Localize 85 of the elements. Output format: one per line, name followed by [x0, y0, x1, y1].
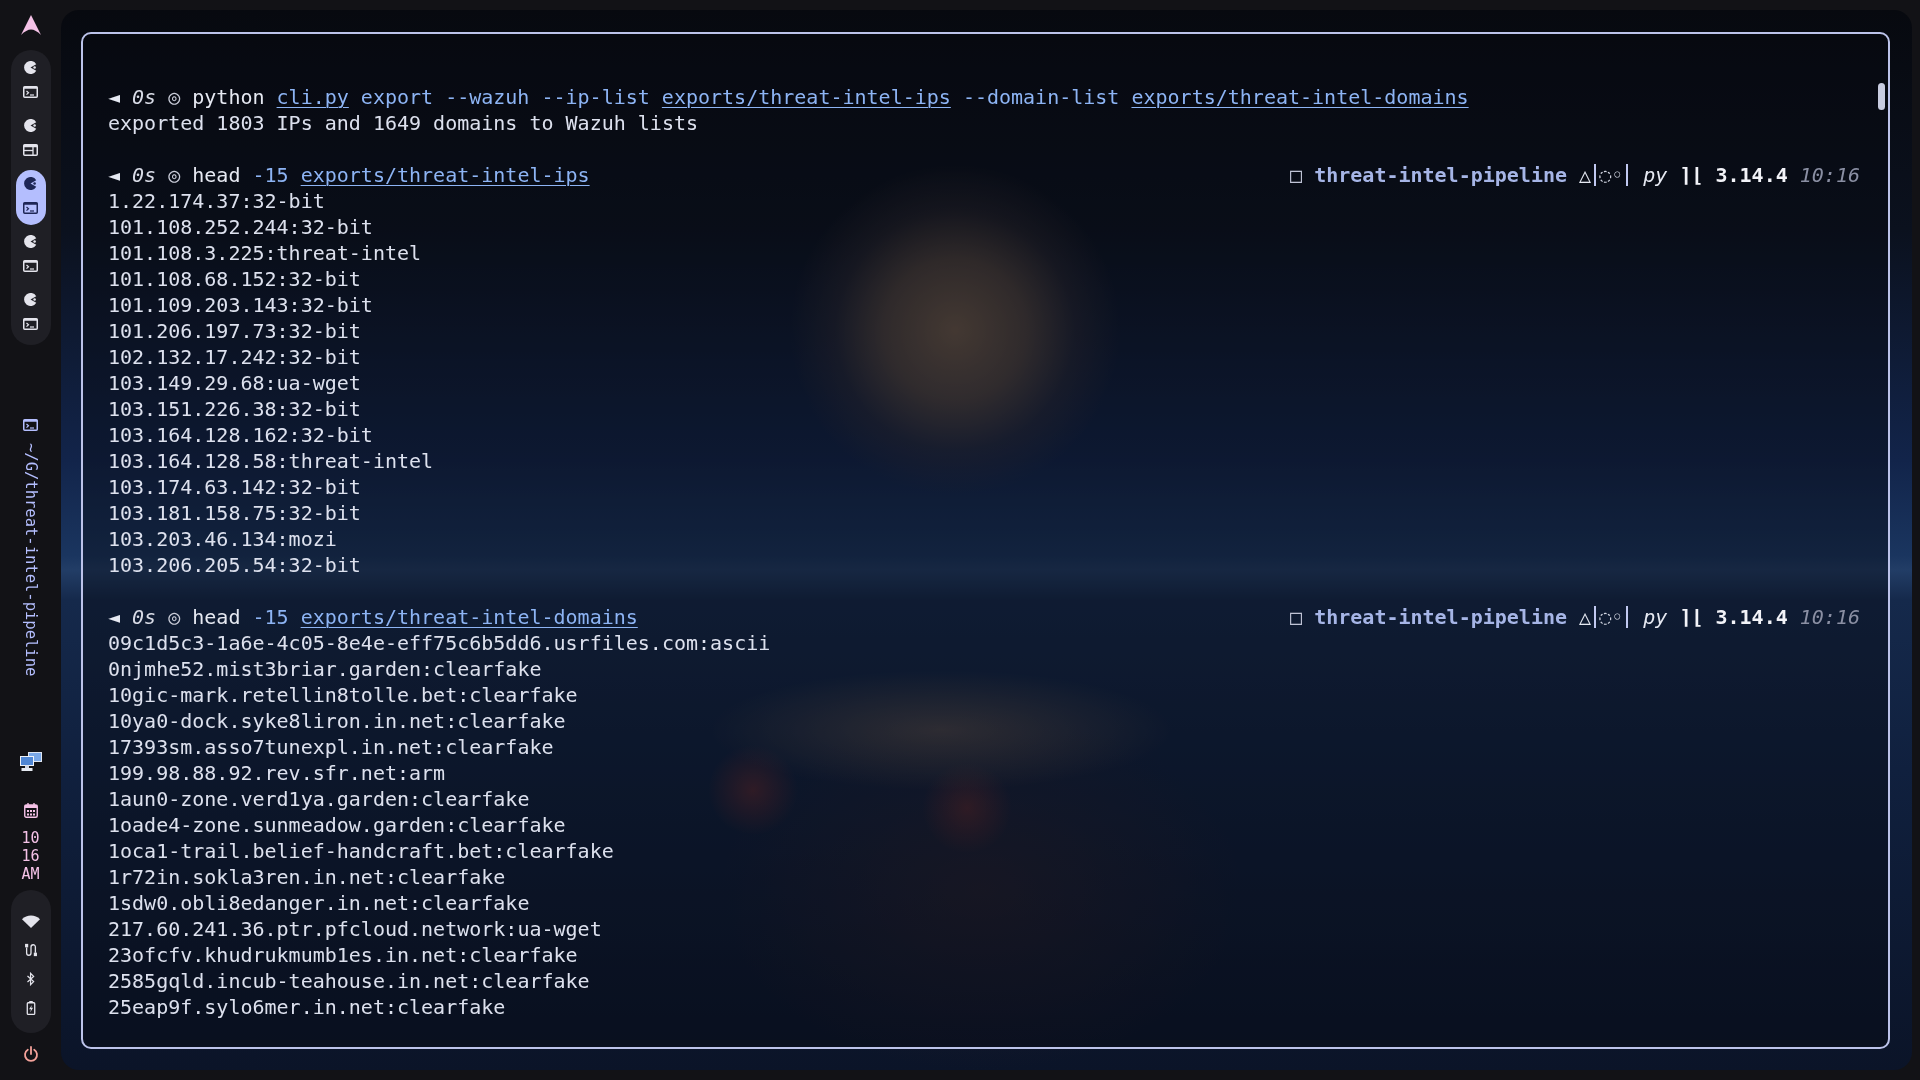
output-line: 101.108.252.244:32-bit [108, 214, 374, 240]
time-text: 10:16 [1799, 162, 1860, 188]
triangle-icon: △ [1579, 604, 1592, 630]
pacman-icon [24, 61, 37, 74]
version-text: 3.14.4 [1715, 162, 1788, 188]
time-text: 10:16 [1799, 604, 1860, 630]
prompt-arrow-icon: ◄ [108, 604, 121, 630]
circles-icon: ◌◦ [1599, 162, 1624, 188]
circles-icon: ◌◦ [1599, 604, 1624, 630]
output-line: 199.98.88.92.rev.sfr.net:arm [108, 760, 447, 786]
version-text: 3.14.4 [1715, 604, 1788, 630]
output-line: 1sdw0.obli8edanger.in.net:clearfake [108, 890, 531, 916]
output-line: 1r72in.sokla3ren.in.net:clearfake [108, 864, 507, 890]
output-line: 101.108.68.152:32-bit [108, 266, 362, 292]
output-line: 103.206.205.54:32-bit [108, 552, 362, 578]
clock-text: 10 16 AM [21, 829, 40, 883]
output-line: 10ya0-dock.syke8liron.in.net:clearfake [108, 708, 567, 734]
output-line: 1aun0-zone.verd1ya.garden:clearfake [108, 786, 531, 812]
output-line: 103.164.128.162:32-bit [108, 422, 374, 448]
output-line: 09c1d5c3-1a6e-4c05-8e4e-eff75c6b5dd6.usrfiles.com:ascii [108, 630, 772, 656]
window-layout-icon [23, 144, 38, 156]
pacman-icon [24, 235, 37, 248]
output-line: 1oade4-zone.sunmeadow.garden:clearfake [108, 812, 567, 838]
terminal-icon [23, 202, 38, 214]
pacman-icon [24, 293, 37, 306]
output-line: 217.60.241.36.ptr.pfcloud.network:ua-wget [108, 916, 603, 942]
triangle-icon: △ [1579, 162, 1592, 188]
output-line: 101.206.197.73:32-bit [108, 318, 362, 344]
output-line: 0njmhe52.mist3briar.garden:clearfake [108, 656, 543, 682]
bullseye-icon: ◎ [168, 604, 181, 630]
output-line: 1oca1-trail.belief-handcraft.bet:clearfake [108, 838, 615, 864]
terminal-icon [23, 318, 38, 330]
pacman-icon [24, 177, 37, 190]
path-link[interactable]: exports/threat-intel-ips [661, 84, 951, 110]
command-text: head -15 exports/threat-intel-domains [192, 604, 638, 630]
output-line: exported 1803 IPs and 1649 domains to Wazuh lists [108, 110, 699, 136]
power-icon[interactable] [22, 1046, 39, 1062]
path-link[interactable]: exports/threat-intel-ips [300, 162, 590, 188]
terminal-icon [23, 260, 38, 272]
path-link[interactable]: exports/threat-intel-domains [1131, 84, 1469, 110]
output-line: 10gic-mark.retellin8tolle.bet:clearfake [108, 682, 579, 708]
bracket-icon: ⌉⌊ [1679, 604, 1704, 630]
bullseye-icon: ◎ [168, 162, 181, 188]
wifi-icon[interactable] [21, 915, 40, 928]
output-line: 23ofcfv.khudrukmumb1es.in.net:clearfake [108, 942, 579, 968]
bracket-icon: ⌉⌊ [1679, 162, 1704, 188]
output-line: 25eap9f.sylo6mer.in.net:clearfake [108, 994, 507, 1020]
output-line: 103.174.63.142:32-bit [108, 474, 362, 500]
output-line: 103.203.46.134:mozi [108, 526, 338, 552]
language-text: py [1643, 162, 1668, 188]
scrollbar-thumb[interactable] [1878, 83, 1885, 110]
square-icon: □ [1290, 604, 1303, 630]
duration-text: 0s [132, 162, 157, 188]
output-line: 103.151.226.38:32-bit [108, 396, 362, 422]
prompt-arrow-icon: ◄ [108, 162, 121, 188]
terminal-icon [23, 419, 38, 431]
terminal-icon [23, 86, 38, 98]
square-icon: □ [1290, 162, 1303, 188]
cable-icon[interactable] [23, 943, 38, 957]
window-title: ~/G/threat-intel-pipeline [21, 443, 40, 677]
output-line: 103.149.29.68:ua-wget [108, 370, 362, 396]
prompt-arrow-icon: ◄ [108, 84, 121, 110]
output-line: 101.108.3.225:threat-intel [108, 240, 423, 266]
calendar-icon [23, 803, 38, 818]
output-line: 1.22.174.37:32-bit [108, 188, 326, 214]
output-line: 2585gqld.incub-teahouse.in.net:clearfake [108, 968, 591, 994]
output-line: 103.181.158.75:32-bit [108, 500, 362, 526]
folder-name: threat-intel-pipeline [1314, 604, 1568, 630]
path-link[interactable]: exports/threat-intel-domains [300, 604, 638, 630]
path-link[interactable]: cli.py [276, 84, 349, 110]
output-line: 103.164.128.58:threat-intel [108, 448, 435, 474]
bullseye-icon: ◎ [168, 84, 181, 110]
logo-icon[interactable] [20, 15, 41, 35]
output-line: 101.109.203.143:32-bit [108, 292, 374, 318]
workspace-button[interactable] [15, 170, 46, 225]
folder-name: threat-intel-pipeline [1314, 162, 1568, 188]
duration-text: 0s [132, 604, 157, 630]
command-text: python cli.py export --wazuh --ip-list exports/threat-intel-ips --domain-list exports/threat-intel-domains [192, 84, 1469, 110]
language-text: py [1643, 604, 1668, 630]
command-text: head -15 exports/threat-intel-ips [192, 162, 590, 188]
output-line: 17393sm.asso7tunexpl.in.net:clearfake [108, 734, 555, 760]
output-line: 102.132.17.242:32-bit [108, 344, 362, 370]
duration-text: 0s [132, 84, 157, 110]
computers-icon[interactable] [19, 752, 42, 772]
pacman-icon [24, 119, 37, 132]
